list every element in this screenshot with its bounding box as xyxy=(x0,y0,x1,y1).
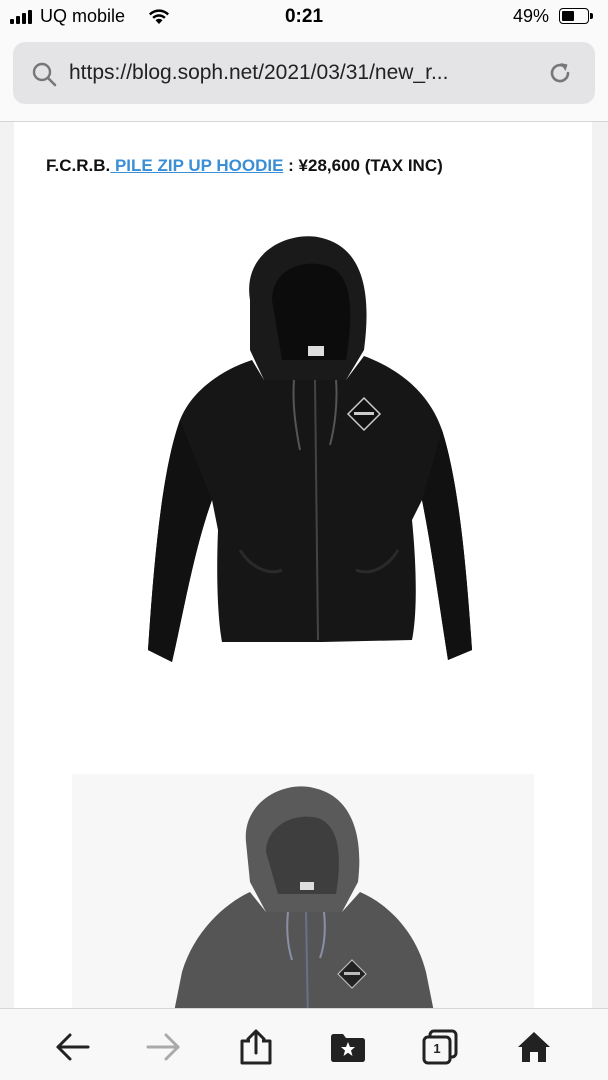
product-title: F.C.R.B. PILE ZIP UP HOODIE : ¥28,600 (T… xyxy=(46,156,443,176)
search-icon xyxy=(31,61,57,92)
tab-count: 1 xyxy=(433,1041,441,1056)
black-hoodie-image[interactable] xyxy=(132,230,478,690)
tabs-icon[interactable]: 1 xyxy=(420,1027,460,1067)
bookmarks-icon[interactable] xyxy=(328,1027,368,1067)
browser-header: https://blog.soph.net/2021/03/31/new_r..… xyxy=(0,36,608,122)
url-text[interactable]: https://blog.soph.net/2021/03/31/new_r..… xyxy=(69,61,539,85)
status-bar: UQ mobile 0:21 49% xyxy=(0,0,608,36)
share-icon[interactable] xyxy=(236,1027,276,1067)
battery-icon xyxy=(559,8,593,24)
page-content: F.C.R.B. PILE ZIP UP HOODIE : ¥28,600 (T… xyxy=(14,122,592,1008)
address-bar[interactable]: https://blog.soph.net/2021/03/31/new_r..… xyxy=(13,42,595,104)
product-link[interactable]: PILE ZIP UP HOODIE xyxy=(110,156,283,175)
back-arrow-icon[interactable] xyxy=(52,1027,92,1067)
grey-hoodie-image[interactable] xyxy=(154,782,454,1008)
product-price: : ¥28,600 (TAX INC) xyxy=(283,156,443,175)
forward-arrow-icon[interactable] xyxy=(144,1027,184,1067)
brand-name: F.C.R.B. xyxy=(46,156,111,175)
browser-toolbar: 1 xyxy=(0,1008,608,1080)
battery-percentage: 49% xyxy=(513,6,550,26)
home-icon[interactable] xyxy=(514,1027,554,1067)
reload-icon[interactable] xyxy=(546,59,574,92)
